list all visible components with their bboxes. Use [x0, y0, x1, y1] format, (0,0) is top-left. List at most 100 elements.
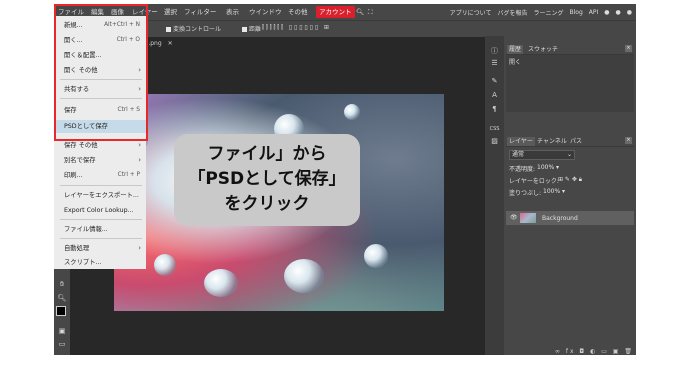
menu-item-file-info[interactable]: ファイル情報... — [54, 223, 146, 236]
css-icon[interactable]: CSS — [489, 124, 500, 134]
menu-item-automate[interactable]: 自動処理 › — [54, 242, 146, 255]
right-menu: アプリについて バグを報告 ラーニング Blog API ● ● ● — [450, 6, 632, 18]
water-drop — [204, 269, 238, 297]
transform-controls-checkbox[interactable]: 変換コントロール — [166, 24, 221, 33]
menu-item-export-layers[interactable]: レイヤーをエクスポート... — [54, 189, 146, 202]
menu-item-print[interactable]: 印刷... Ctrl + P — [54, 169, 146, 182]
shortcut-label: Ctrl + P — [117, 172, 140, 178]
menu-item-label: スクリプト... — [64, 259, 102, 266]
tab-channels[interactable]: チャンネル — [537, 137, 567, 146]
menu-item-label: Export Color Lookup... — [64, 207, 134, 214]
chevron-right-icon: › — [138, 156, 141, 164]
foreground-color[interactable] — [56, 306, 66, 316]
callout-line-2: 「PSDとして保存」 — [188, 169, 346, 189]
image-icon[interactable]: ▨ — [489, 136, 500, 146]
menu-select[interactable]: 選択 — [164, 6, 177, 18]
facebook-icon[interactable]: ● — [627, 9, 632, 16]
learning-link[interactable]: ラーニング — [533, 8, 563, 17]
fill-label: 塗りつぶし: — [509, 190, 542, 197]
distance-label: 距離 — [249, 26, 262, 33]
character-icon[interactable]: A — [489, 90, 500, 100]
tab-history[interactable]: 履歴 — [507, 45, 524, 54]
close-icon[interactable]: × — [625, 137, 632, 144]
history-panel-header: 履歴 スウォッチ × — [506, 44, 634, 55]
menu-window[interactable]: ウインドウ — [249, 6, 282, 18]
menu-item-script[interactable]: スクリプト... — [54, 256, 146, 269]
color-swatches[interactable] — [56, 306, 70, 320]
menu-filter[interactable]: フィルター — [184, 6, 216, 18]
opacity-dropdown-icon[interactable]: ▾ — [556, 164, 559, 171]
right-panel: ⓘ ☰ ✎ A ¶ CSS ▨ 履歴 スウォッチ × 開く レイヤー チャンネル — [485, 36, 636, 355]
highlight-frame — [54, 4, 148, 141]
fullscreen-icon[interactable]: ⛶ — [368, 6, 373, 18]
document-tab[interactable]: ).png ✕ — [146, 38, 173, 49]
screen-mode-icon[interactable]: ▭ — [57, 339, 67, 349]
zoom-tool-icon[interactable]: 🔍︎ — [57, 293, 67, 303]
menu-divider — [60, 219, 142, 220]
quickmask-icon[interactable]: ▣ — [57, 326, 67, 336]
history-item-open[interactable]: 開く — [509, 57, 521, 66]
about-link[interactable]: アプリについて — [450, 8, 492, 17]
hand-tool-icon[interactable]: ✋︎ — [57, 279, 67, 289]
menu-item-label: レイヤーをエクスポート... — [64, 192, 139, 199]
properties-icon[interactable]: ☰ — [489, 58, 500, 68]
blend-mode-select[interactable]: 通常 ⌄ — [509, 150, 575, 160]
chevron-right-icon: › — [138, 141, 141, 149]
tab-paths[interactable]: パス — [570, 137, 582, 146]
water-drop — [344, 104, 360, 120]
fill-dropdown-icon[interactable]: ▾ — [562, 188, 565, 195]
menu-account[interactable]: アカウント — [316, 6, 355, 18]
twitter-icon[interactable]: ● — [616, 9, 621, 16]
menu-more[interactable]: その他 — [288, 6, 308, 18]
menu-item-label: 印刷... — [64, 172, 83, 179]
api-link[interactable]: API — [589, 9, 599, 16]
layer-thumbnail — [520, 213, 536, 223]
lock-icons[interactable]: ⊞ ✎ ✥ 🔒︎ — [558, 176, 582, 184]
menu-item-save-as[interactable]: 別名で保存 › — [54, 154, 146, 167]
align-icons[interactable]: ⫿ ⫿ ⫿ ⫿ ⫿ ⫿ ▯ ▯ ▯ ▯ ▯ ▯ ⊞ — [262, 24, 329, 32]
menu-item-label: 別名で保存 — [64, 157, 96, 164]
panel-icon-column: ⓘ ☰ ✎ A ¶ CSS ▨ — [485, 36, 504, 355]
water-drop — [284, 259, 324, 293]
blog-link[interactable]: Blog — [569, 9, 582, 16]
fill-value[interactable]: 100% — [543, 188, 560, 195]
lock-label: レイヤーをロック: — [509, 178, 559, 185]
chevron-down-icon: ⌄ — [566, 151, 572, 158]
chevron-right-icon: › — [138, 244, 141, 252]
transform-controls-label: 変換コントロール — [173, 26, 222, 33]
callout-line-3: をクリック — [224, 194, 310, 214]
callout-line-1: ファイル」から — [207, 144, 327, 164]
opacity-label: 不透明度: — [509, 166, 536, 173]
layer-actions[interactable]: ∞ fx ◘ ◐ ▭ ▣ 🗑︎ — [506, 348, 634, 355]
layer-row-background[interactable]: 👁︎ Background — [506, 211, 634, 225]
search-icon[interactable]: 🔍︎ — [356, 6, 364, 18]
water-drop — [364, 244, 388, 268]
menu-divider — [60, 238, 142, 239]
menu-divider — [60, 185, 142, 186]
history-panel: 履歴 スウォッチ × 開く — [506, 44, 634, 112]
menu-view[interactable]: 表示 — [226, 6, 239, 18]
eye-icon[interactable]: 👁︎ — [510, 214, 518, 221]
brush-icon[interactable]: ✎ — [489, 76, 500, 86]
distance-checkbox[interactable]: 距離 — [242, 24, 261, 33]
layer-name: Background — [542, 215, 578, 222]
layers-panel-header: レイヤー チャンネル パス × — [506, 136, 634, 147]
close-icon[interactable]: × — [625, 45, 632, 52]
document-tab-name: ).png — [146, 40, 162, 47]
menu-item-label: 自動処理 — [64, 245, 90, 252]
menu-item-label: ファイル情報... — [64, 226, 108, 233]
layers-panel: レイヤー チャンネル パス × 通常 ⌄ 不透明度: 100% ▾ レイヤーをロッ… — [506, 136, 634, 346]
reddit-icon[interactable]: ● — [604, 9, 609, 16]
close-tab-icon[interactable]: ✕ — [168, 40, 173, 47]
history-list: 開く — [506, 55, 634, 112]
paragraph-icon[interactable]: ¶ — [489, 104, 500, 114]
water-drop — [154, 254, 176, 276]
instruction-callout: ファイル」から 「PSDとして保存」 をクリック — [174, 134, 360, 226]
opacity-value[interactable]: 100% — [537, 164, 554, 171]
menu-item-export-color-lookup[interactable]: Export Color Lookup... — [54, 204, 146, 217]
report-bug-link[interactable]: バグを報告 — [497, 8, 527, 17]
menu-item-label: 保存 その他 — [64, 142, 98, 149]
tab-layers[interactable]: レイヤー — [507, 137, 535, 146]
tab-swatches[interactable]: スウォッチ — [528, 45, 558, 54]
info-icon[interactable]: ⓘ — [489, 46, 500, 56]
